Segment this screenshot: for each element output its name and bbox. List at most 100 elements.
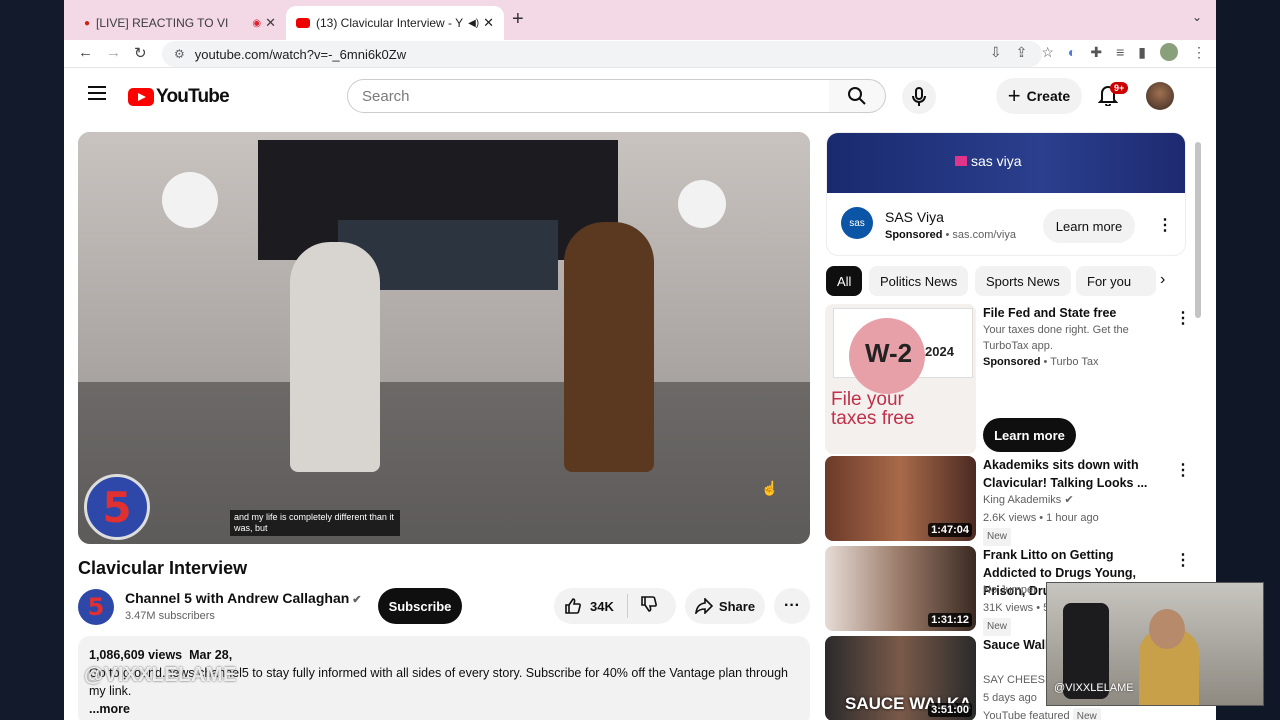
youtube-logo[interactable]: YouTube [128, 86, 230, 108]
live-dot-icon: ◉ [252, 17, 262, 29]
sponsored-label: Sponsored [983, 356, 1041, 368]
audio-playing-icon[interactable]: ◀) [468, 18, 479, 29]
verified-check-icon: ✔ [352, 594, 362, 606]
video-frame-person-right [564, 222, 654, 472]
video-thumbnail[interactable]: 1:31:12 [825, 546, 976, 631]
sponsored-ad-card[interactable]: sas viya sas SAS Viya Sponsored • sas.co… [826, 132, 1186, 256]
file-taxes-free-text: File your taxes free [831, 389, 915, 429]
share-arrow-icon [695, 598, 713, 614]
webcam-head [1149, 609, 1185, 649]
chip-politics-news[interactable]: Politics News [869, 266, 969, 296]
notification-count-badge: 9+ [1110, 82, 1129, 94]
account-avatar[interactable] [1146, 82, 1174, 110]
browser-window: ● [LIVE] REACTING TO VI ◉ ✕ (13) Clavicu… [64, 0, 1216, 720]
sponsored-recommendation[interactable]: W-2 2024 File your taxes free File Fed a… [825, 304, 1205, 454]
rec-channel[interactable]: SAY CHEESE [983, 672, 1052, 688]
profile-avatar[interactable] [1160, 43, 1178, 61]
search-button[interactable] [829, 79, 886, 113]
rec-menu-icon[interactable]: ⋮ [1175, 460, 1191, 480]
duration-badge: 1:47:04 [928, 523, 972, 537]
hamburger-menu-icon[interactable] [88, 86, 106, 100]
duration-badge: 1:31:12 [928, 613, 972, 627]
forward-icon[interactable]: → [106, 44, 121, 61]
video-thumbnail[interactable]: SAUCE WALKA 3:51:00 [825, 636, 976, 720]
extensions-puzzle-icon[interactable]: ✚ [1090, 44, 1102, 61]
browser-toolbar: ← → ↻ ⚙ youtube.com/watch?v=-_6mni6k0Zw … [64, 40, 1216, 68]
tab-search-chevron-icon[interactable]: ⌄ [1192, 10, 1202, 24]
ad-sponsored-line: Sponsored • sas.com/viya [885, 229, 1016, 241]
rec-channel[interactable]: No Jumper [983, 582, 1037, 598]
rec-title[interactable]: File Fed and State free [983, 304, 1163, 322]
featured-label: YouTube featured [983, 710, 1070, 720]
tab-strip: ● [LIVE] REACTING TO VI ◉ ✕ (13) Clavicu… [64, 0, 1216, 40]
dislike-button[interactable] [628, 595, 658, 618]
ad-menu-icon[interactable]: ⋮ [1157, 215, 1173, 235]
chip-all[interactable]: All [826, 266, 863, 296]
share-page-icon[interactable]: ⇪ [1016, 44, 1028, 61]
recommendation-item[interactable]: 1:47:04 Akademiks sits down with Clavicu… [825, 456, 1205, 546]
reload-icon[interactable]: ↻ [134, 44, 147, 62]
browser-menu-icon[interactable]: ⋮ [1192, 44, 1206, 61]
share-button[interactable]: Share [685, 588, 765, 624]
rec-title[interactable]: Akademiks sits down with Clavicular! Tal… [983, 456, 1163, 492]
site-info-icon[interactable]: ⚙ [174, 47, 185, 61]
more-actions-button[interactable]: ··· [774, 588, 810, 624]
like-button[interactable]: 34K [554, 594, 628, 618]
extension-icon[interactable]: ◐ [1068, 44, 1076, 60]
page-scrollbar[interactable] [1195, 142, 1201, 318]
video-frame-light [678, 180, 726, 228]
new-badge: New [1072, 708, 1101, 720]
channel-avatar[interactable]: 5 [78, 589, 114, 625]
video-player[interactable]: 5 and my life is completely different th… [78, 132, 810, 544]
search-icon [848, 87, 866, 105]
create-button[interactable]: + Create [996, 78, 1082, 114]
install-icon[interactable]: ⇩ [990, 44, 1002, 61]
like-count: 34K [590, 598, 614, 614]
tab-clavicular-interview[interactable]: (13) Clavicular Interview - Y ◀) ✕ [286, 6, 504, 40]
tab-live-reacting[interactable]: ● [LIVE] REACTING TO VI ◉ ✕ [74, 6, 286, 40]
search-input[interactable]: Search [347, 79, 830, 113]
side-panel-icon[interactable]: ▮ [1138, 44, 1146, 61]
media-control-icon[interactable]: ≡ [1116, 44, 1124, 60]
view-count: 1,086,609 views [89, 648, 183, 662]
rec-menu-icon[interactable]: ⋮ [1175, 308, 1191, 328]
verified-check-icon: ✔ [1064, 494, 1074, 506]
youtube-play-icon [128, 88, 154, 106]
w2-year: 2024 [925, 344, 954, 359]
subscribe-button[interactable]: Subscribe [378, 588, 462, 624]
chevron-right-icon[interactable]: › [1160, 271, 1165, 289]
rec-stats: 31K views • 5 [983, 602, 1050, 614]
voice-search-button[interactable] [902, 80, 936, 114]
advertiser-logo[interactable]: sas [841, 207, 873, 239]
chip-for-you[interactable]: For you [1076, 266, 1156, 296]
logo-text: YouTube [156, 86, 230, 107]
sponsored-label: Sponsored [885, 229, 943, 241]
learn-more-button[interactable]: Learn more [983, 418, 1076, 452]
new-badge: New [983, 618, 1012, 636]
rec-menu-icon[interactable]: ⋮ [1175, 550, 1191, 570]
show-more-link[interactable]: ...more [89, 700, 799, 718]
video-thumbnail[interactable]: 1:47:04 [825, 456, 976, 541]
rec-ad-line2: TurboTax app. [983, 340, 1053, 352]
back-icon[interactable]: ← [78, 44, 93, 61]
close-tab-icon[interactable]: ✕ [483, 15, 494, 31]
new-tab-icon[interactable]: + [512, 8, 524, 31]
upload-date: Mar 28, [189, 648, 233, 662]
channel-name[interactable]: Channel 5 with Andrew Callaghan [125, 590, 349, 606]
youtube-page: YouTube Search + Create 9+ 5 and my life… [64, 68, 1204, 720]
ad-learn-more-button[interactable]: Learn more [1043, 209, 1135, 243]
subscriber-count: 3.47M subscribers [125, 610, 215, 622]
tab-label: [LIVE] REACTING TO VI [96, 16, 229, 30]
channel-name[interactable]: King Akademiks [983, 494, 1061, 506]
turbotax-thumbnail[interactable]: W-2 2024 File your taxes free [825, 304, 976, 454]
chip-sports-news[interactable]: Sports News [975, 266, 1071, 296]
thumbs-up-icon [565, 598, 581, 614]
tab-label: (13) Clavicular Interview - Y [316, 16, 464, 30]
desktop-background-left [0, 0, 64, 720]
address-bar[interactable]: ⚙ youtube.com/watch?v=-_6mni6k0Zw [162, 41, 1042, 67]
share-label: Share [718, 598, 756, 614]
ad-banner[interactable]: sas viya [827, 133, 1185, 193]
bookmark-star-icon[interactable]: ☆ [1041, 44, 1054, 61]
close-tab-icon[interactable]: ✕ [265, 15, 276, 31]
video-frame-light [162, 172, 218, 228]
